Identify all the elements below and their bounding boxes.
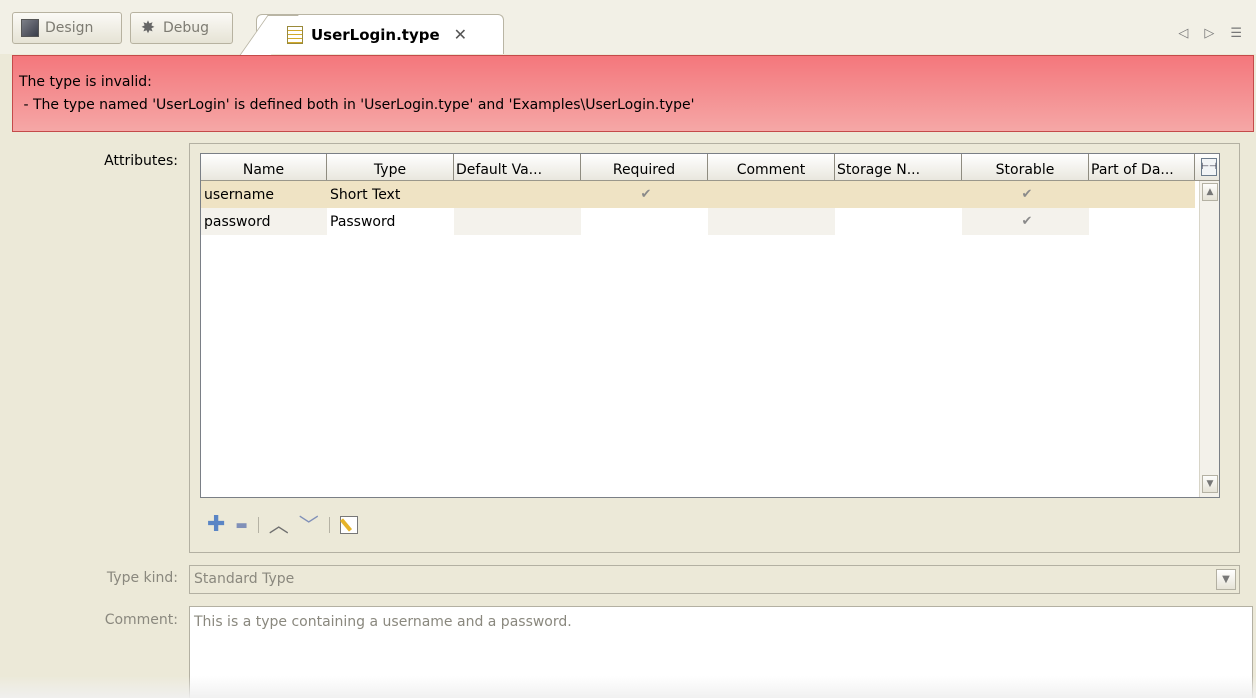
close-icon[interactable]: ✕: [454, 25, 467, 44]
attributes-toolbar: ✚ ▬ ︿ ﹀: [207, 512, 358, 538]
type-kind-value: Standard Type: [194, 571, 295, 587]
column-header-type[interactable]: Type: [327, 154, 454, 180]
design-mode-label: Design: [45, 20, 94, 36]
error-title: The type is invalid:: [19, 74, 152, 90]
comment-field[interactable]: This is a type containing a username and…: [189, 606, 1253, 698]
attributes-label: Attributes:: [104, 153, 178, 169]
table-header: Name Type Default Va... Required Comment…: [201, 154, 1219, 181]
vertical-scrollbar[interactable]: ▲ ▼: [1199, 181, 1219, 497]
column-header-storage-name[interactable]: Storage N...: [835, 154, 962, 180]
attributes-table: Name Type Default Va... Required Comment…: [200, 153, 1220, 498]
column-header-storable[interactable]: Storable: [962, 154, 1089, 180]
check-icon[interactable]: ✔: [581, 181, 708, 208]
cell-default[interactable]: [454, 208, 581, 235]
column-header-part-of-data[interactable]: Part of Da...: [1089, 154, 1195, 180]
scroll-down-icon[interactable]: ▼: [1202, 475, 1218, 493]
tab-userlogin-type[interactable]: UserLogin.type ✕: [256, 14, 504, 54]
debug-mode-label: Debug: [163, 20, 210, 36]
chevron-right-icon[interactable]: ▷: [1204, 26, 1214, 41]
cell-comment[interactable]: [708, 208, 835, 235]
type-file-icon: [287, 26, 303, 44]
add-attribute-button[interactable]: ✚: [207, 514, 225, 536]
cell-name[interactable]: password: [201, 208, 327, 235]
remove-attribute-button[interactable]: ▬: [235, 519, 247, 532]
chevron-left-icon[interactable]: ◁: [1178, 26, 1188, 41]
column-header-comment[interactable]: Comment: [708, 154, 835, 180]
toolbar-separator: [328, 517, 330, 533]
chevron-down-icon[interactable]: ▼: [1216, 569, 1236, 590]
check-icon[interactable]: ✔: [962, 181, 1089, 208]
move-down-button[interactable]: ﹀: [299, 515, 319, 535]
cell-part[interactable]: [1089, 208, 1195, 235]
column-fit-icon[interactable]: ⊢⊣: [1201, 158, 1217, 176]
cell-required[interactable]: [581, 208, 708, 235]
design-icon: [21, 19, 39, 37]
cell-storage[interactable]: [835, 181, 962, 208]
scroll-up-icon[interactable]: ▲: [1202, 183, 1218, 201]
check-icon[interactable]: ✔: [962, 208, 1089, 235]
design-mode-button[interactable]: Design: [12, 12, 122, 44]
cell-default[interactable]: [454, 181, 581, 208]
edit-note-icon[interactable]: [339, 516, 358, 534]
cell-part[interactable]: [1089, 181, 1195, 208]
cell-type[interactable]: Password: [327, 208, 454, 235]
cell-name[interactable]: username: [201, 181, 327, 208]
tab-navigation: ◁ ▷ ☰: [1178, 26, 1242, 41]
table-row[interactable]: username Short Text ✔ ✔: [201, 181, 1219, 208]
cell-comment[interactable]: [708, 181, 835, 208]
error-banner: The type is invalid: - The type named 'U…: [12, 55, 1254, 132]
comment-label: Comment:: [104, 612, 178, 628]
type-kind-label: Type kind:: [106, 570, 178, 586]
debug-bug-icon: ✸: [140, 18, 156, 38]
debug-mode-button[interactable]: ✸ Debug: [130, 12, 233, 44]
type-kind-select[interactable]: Standard Type ▼: [189, 565, 1240, 594]
column-header-required[interactable]: Required: [581, 154, 708, 180]
table-row[interactable]: password Password ✔: [201, 208, 1219, 235]
cell-storage[interactable]: [835, 208, 962, 235]
list-menu-icon[interactable]: ☰: [1230, 26, 1242, 41]
comment-value: This is a type containing a username and…: [194, 614, 572, 630]
move-up-button[interactable]: ︿: [269, 515, 289, 535]
column-header-default-value[interactable]: Default Va...: [454, 154, 581, 180]
column-header-name[interactable]: Name: [201, 154, 327, 180]
toolbar-separator: [257, 517, 259, 533]
error-detail: - The type named 'UserLogin' is defined …: [19, 97, 695, 113]
cell-type[interactable]: Short Text: [327, 181, 454, 208]
tab-title: UserLogin.type: [311, 25, 440, 44]
